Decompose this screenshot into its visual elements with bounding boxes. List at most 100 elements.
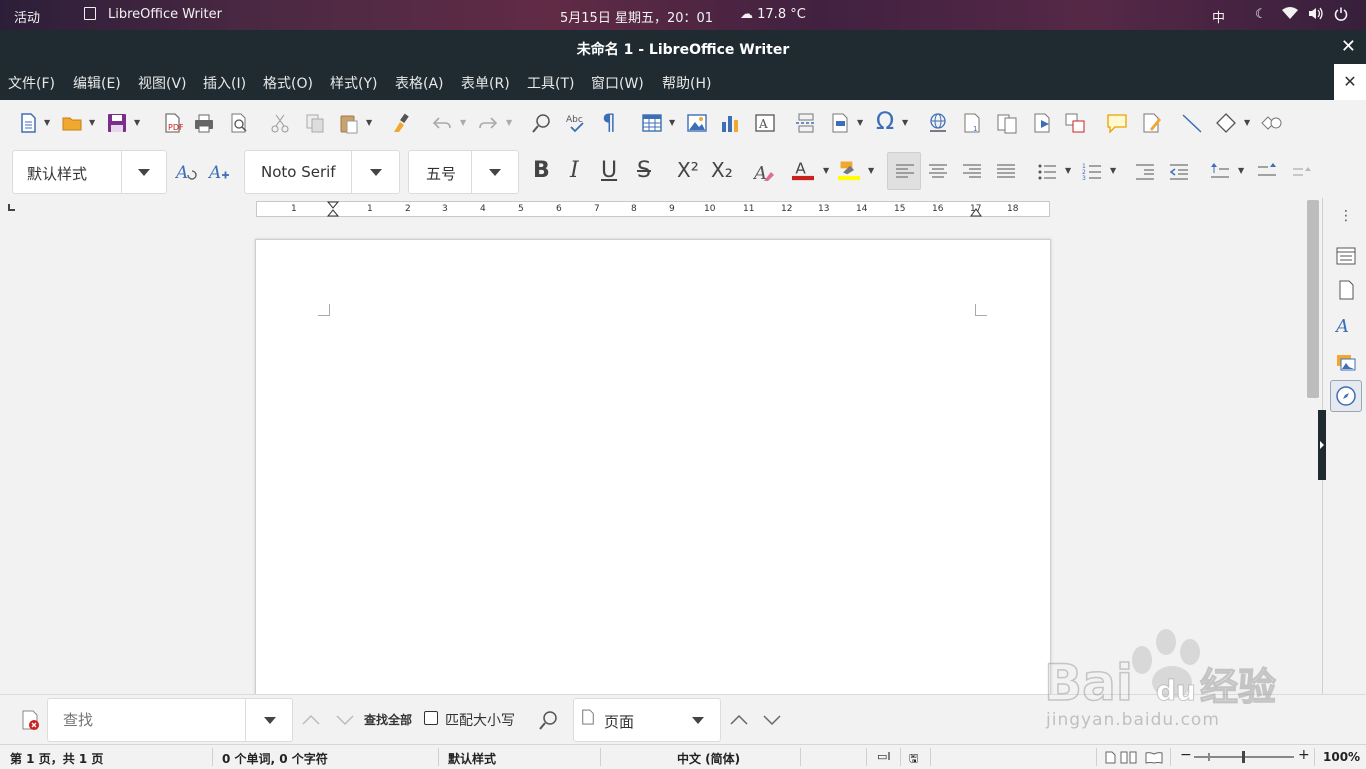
ordered-list-dropdown-icon[interactable]: ▼ xyxy=(1110,166,1116,175)
special-character-icon[interactable]: Ω xyxy=(873,107,897,135)
insert-chart-icon[interactable] xyxy=(718,111,742,135)
highlight-dropdown-icon[interactable]: ▼ xyxy=(868,166,874,175)
decrease-paragraph-spacing-icon[interactable] xyxy=(1255,160,1279,184)
basic-shapes-icon[interactable] xyxy=(1214,111,1238,135)
justify-icon[interactable] xyxy=(994,160,1018,184)
sidebar-menu-icon[interactable]: ⋮ xyxy=(1334,204,1358,228)
menu-help[interactable]: 帮助(H) xyxy=(662,73,711,93)
update-style-icon[interactable]: A xyxy=(174,160,198,184)
close-document-icon[interactable]: ✕ xyxy=(1334,64,1366,100)
insert-bookmark-icon[interactable] xyxy=(1030,111,1054,135)
find-next-icon[interactable] xyxy=(333,708,357,732)
tab-stop-selector[interactable] xyxy=(8,204,15,211)
save-dropdown-icon[interactable]: ▼ xyxy=(134,118,140,127)
paragraph-style-dropdown-icon[interactable] xyxy=(138,169,150,176)
zoom-out-icon[interactable]: − xyxy=(1180,747,1192,763)
volume-icon[interactable] xyxy=(1308,7,1324,24)
navigator-tab[interactable] xyxy=(1330,380,1362,412)
font-size-combo[interactable]: 五号 xyxy=(408,150,519,194)
insert-mode-icon[interactable]: ▭I xyxy=(877,750,891,763)
power-icon[interactable] xyxy=(1334,7,1348,25)
insert-comment-icon[interactable] xyxy=(1105,111,1129,135)
increase-indent-icon[interactable] xyxy=(1133,160,1157,184)
new-style-icon[interactable]: A xyxy=(207,160,231,184)
find-all-button[interactable]: 查找全部 xyxy=(364,711,412,728)
open-dropdown-icon[interactable]: ▼ xyxy=(89,118,95,127)
indent-marker-icon[interactable] xyxy=(327,201,339,217)
paste-dropdown-icon[interactable]: ▼ xyxy=(366,118,372,127)
align-center-icon[interactable] xyxy=(926,160,950,184)
spelling-icon[interactable]: Abc xyxy=(564,111,588,135)
language[interactable]: 中文 (简体) xyxy=(677,750,740,767)
scrollbar-thumb[interactable] xyxy=(1307,200,1319,398)
insert-image-icon[interactable] xyxy=(685,111,709,135)
special-character-dropdown-icon[interactable]: ▼ xyxy=(902,118,908,127)
book-view-icon[interactable] xyxy=(1145,751,1163,764)
horizontal-ruler[interactable]: 1 1 2 3 4 5 6 7 8 9 10 11 12 13 14 15 16… xyxy=(256,201,1050,217)
menu-file[interactable]: 文件(F) xyxy=(8,73,55,93)
cut-icon[interactable] xyxy=(268,111,292,135)
new-dropdown-icon[interactable]: ▼ xyxy=(44,118,50,127)
paragraph-spacing-dropdown-icon[interactable]: ▼ xyxy=(1238,166,1244,175)
copy-icon[interactable] xyxy=(303,111,327,135)
font-name-dropdown-icon[interactable] xyxy=(370,169,382,176)
navigate-next-icon[interactable] xyxy=(760,708,784,732)
undo-icon[interactable] xyxy=(430,111,454,135)
insert-cross-reference-icon[interactable] xyxy=(1063,111,1087,135)
save-icon[interactable] xyxy=(105,111,129,135)
search-input[interactable] xyxy=(49,700,244,740)
app-menu[interactable]: LibreOffice Writer xyxy=(84,7,222,22)
navigate-by-dropdown-icon[interactable] xyxy=(692,717,704,724)
menu-insert[interactable]: 插入(I) xyxy=(203,73,246,93)
font-color-dropdown-icon[interactable]: ▼ xyxy=(823,166,829,175)
underline-icon[interactable]: U xyxy=(601,158,617,183)
word-count[interactable]: 0 个单词, 0 个字符 xyxy=(222,750,328,767)
page-count[interactable]: 第 1 页，共 1 页 xyxy=(10,750,103,767)
undo-dropdown-icon[interactable]: ▼ xyxy=(460,118,466,127)
multi-page-view-icon[interactable] xyxy=(1120,751,1138,764)
weather[interactable]: ☁ 17.8 °C xyxy=(740,7,806,22)
paragraph-style-combo[interactable]: 默认样式 xyxy=(12,150,167,194)
subscript-icon[interactable]: X₂ xyxy=(711,158,733,182)
input-method-indicator[interactable]: 中 xyxy=(1212,7,1225,26)
draw-functions-icon[interactable] xyxy=(1260,111,1284,135)
single-page-view-icon[interactable] xyxy=(1104,751,1116,764)
match-case-checkbox[interactable] xyxy=(424,711,438,725)
find-replace-icon[interactable] xyxy=(530,111,554,135)
menu-tools[interactable]: 工具(T) xyxy=(527,73,574,93)
redo-dropdown-icon[interactable]: ▼ xyxy=(506,118,512,127)
highlight-color-icon[interactable] xyxy=(837,158,861,182)
menu-window[interactable]: 窗口(W) xyxy=(591,73,644,93)
menu-table[interactable]: 表格(A) xyxy=(395,73,444,93)
insert-hyperlink-icon[interactable] xyxy=(926,111,950,135)
find-previous-icon[interactable] xyxy=(299,708,323,732)
menu-form[interactable]: 表单(R) xyxy=(461,73,510,93)
night-light-icon[interactable]: ☾ xyxy=(1255,7,1267,22)
field-dropdown-icon[interactable]: ▼ xyxy=(857,118,863,127)
navigate-previous-icon[interactable] xyxy=(727,708,751,732)
menu-view[interactable]: 视图(V) xyxy=(138,73,187,93)
paste-icon[interactable] xyxy=(337,111,361,135)
find-history-dropdown-icon[interactable] xyxy=(264,717,276,724)
page-icon[interactable] xyxy=(1334,278,1358,302)
sidebar-collapse-handle[interactable] xyxy=(1318,410,1326,480)
superscript-icon[interactable]: X² xyxy=(677,158,699,182)
print-preview-icon[interactable] xyxy=(227,111,251,135)
properties-icon[interactable] xyxy=(1334,244,1358,268)
open-folder-icon[interactable] xyxy=(60,111,84,135)
strikethrough-icon[interactable]: S xyxy=(637,158,651,183)
insert-line-icon[interactable] xyxy=(1180,111,1204,135)
table-dropdown-icon[interactable]: ▼ xyxy=(669,118,675,127)
zoom-slider-thumb[interactable] xyxy=(1242,751,1245,763)
menu-edit[interactable]: 编辑(E) xyxy=(73,73,121,93)
font-color-icon[interactable]: A xyxy=(791,158,815,182)
insert-endnote-icon[interactable] xyxy=(995,111,1019,135)
clear-formatting-icon[interactable]: A xyxy=(752,160,776,184)
shapes-dropdown-icon[interactable]: ▼ xyxy=(1244,118,1250,127)
print-icon[interactable] xyxy=(192,111,216,135)
unordered-list-dropdown-icon[interactable]: ▼ xyxy=(1065,166,1071,175)
insert-field-icon[interactable] xyxy=(828,111,852,135)
ordered-list-icon[interactable]: 123 xyxy=(1080,160,1104,184)
document-modified-icon[interactable]: 🖫 xyxy=(909,750,918,769)
line-spacing-icon[interactable] xyxy=(1290,160,1314,184)
